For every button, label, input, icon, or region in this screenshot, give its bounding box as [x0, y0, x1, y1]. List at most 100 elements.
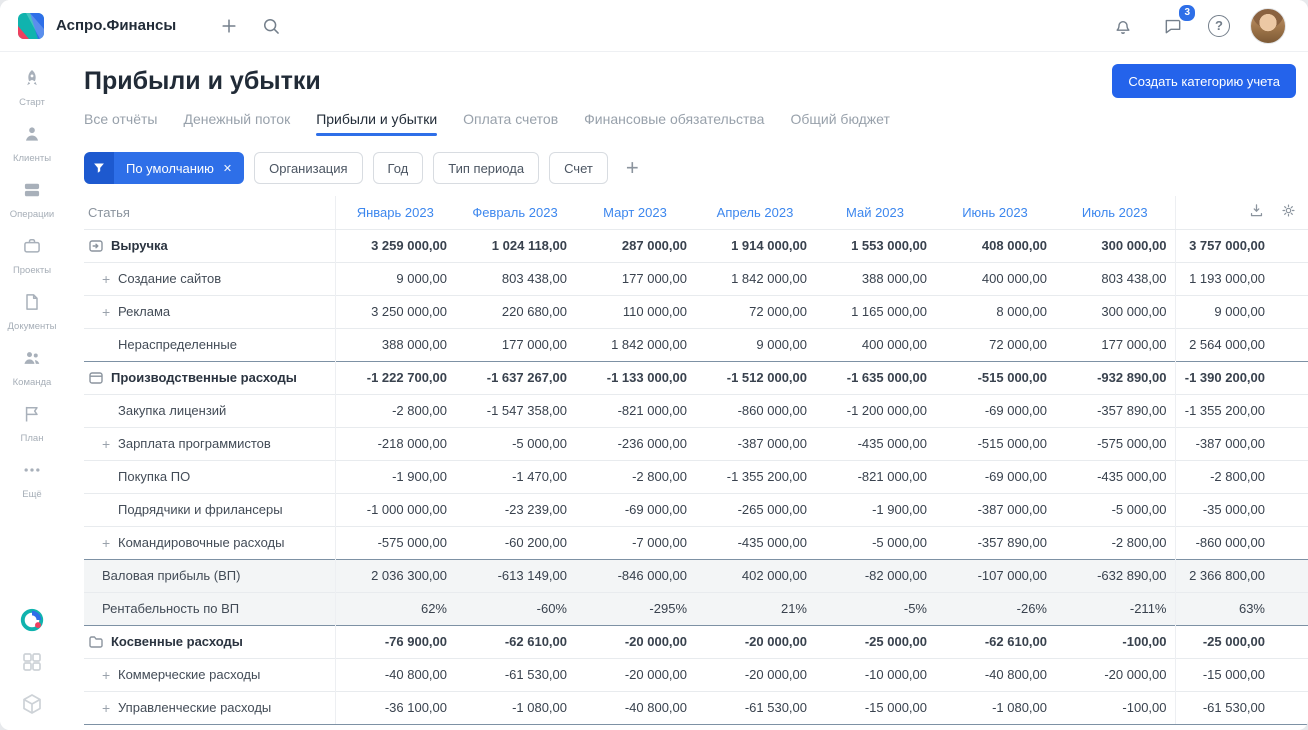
- cell-value: -265 000,00: [695, 492, 815, 526]
- expand-plus-icon[interactable]: +: [102, 305, 118, 319]
- cell-value: -435 000,00: [1055, 459, 1175, 493]
- gear-icon[interactable]: [1280, 202, 1297, 222]
- cell-value: 110 000,00: [575, 294, 695, 328]
- table-row: Нераспределенные 388 000,00 177 000,00 1 84…: [84, 327, 1308, 361]
- row-label[interactable]: Валовая прибыль (ВП): [84, 558, 336, 592]
- row-label[interactable]: Рентабельность по ВП: [84, 591, 336, 625]
- main-content: Прибыли и убытки Создать категорию учета…: [64, 52, 1308, 730]
- sidebar-item-documents[interactable]: Документы: [0, 284, 64, 340]
- cell-value: -15 000,00: [815, 690, 935, 725]
- table-row: + Реклама 3 250 000,00 220 680,00 110 000,00…: [84, 294, 1308, 328]
- search-button[interactable]: [256, 11, 286, 41]
- cell-value: 803 438,00: [455, 261, 575, 295]
- cell-value: -860 000,00: [1174, 525, 1308, 559]
- cell-value: -23 239,00: [455, 492, 575, 526]
- cell-value: -100,00: [1055, 624, 1175, 658]
- sidebar-item-clients[interactable]: Клиенты: [0, 116, 64, 172]
- aspro-logo-small[interactable]: [20, 608, 44, 632]
- row-label[interactable]: + Коммерческие расходы: [84, 657, 336, 691]
- help-button[interactable]: ?: [1208, 14, 1230, 37]
- cell-value: -25 000,00: [815, 624, 935, 658]
- article-label: Командировочные расходы: [118, 535, 285, 550]
- sidebar-item-team[interactable]: Команда: [0, 340, 64, 396]
- tab-liabilities[interactable]: Финансовые обязательства: [584, 111, 764, 136]
- notifications-button[interactable]: [1108, 11, 1138, 41]
- row-label[interactable]: Нераспределенные: [84, 327, 336, 361]
- sidebar-item-label: Команда: [12, 377, 52, 388]
- row-label[interactable]: Подрядчики и фрилансеры: [84, 492, 336, 526]
- cell-value: 9 000,00: [695, 327, 815, 361]
- cell-value: 408 000,00: [935, 228, 1055, 262]
- operations-icon: [22, 180, 42, 205]
- cell-value: 63%: [1174, 591, 1308, 625]
- cell-value: -2 800,00: [335, 393, 455, 427]
- table-row: Косвенные расходы -76 900,00 -62 610,00 -20…: [84, 624, 1308, 658]
- cell-value: -60%: [455, 591, 575, 625]
- tab-invoices[interactable]: Оплата счетов: [463, 111, 558, 136]
- article-label: Нераспределенные: [118, 337, 237, 352]
- download-icon[interactable]: [1248, 202, 1265, 222]
- filter-chip-default[interactable]: По умолчанию ✕: [84, 152, 245, 184]
- cell-value: 400 000,00: [935, 261, 1055, 295]
- sidebar-item-plan[interactable]: План: [0, 396, 64, 452]
- row-label[interactable]: Выручка: [84, 228, 336, 262]
- cell-value: -1 900,00: [335, 459, 455, 493]
- row-label[interactable]: + Реклама: [84, 294, 336, 328]
- aspro-logo: [18, 12, 44, 39]
- cell-value: 402 000,00: [695, 558, 815, 592]
- tab-cash-flow[interactable]: Денежный поток: [183, 111, 290, 136]
- cell-value: -515 000,00: [935, 426, 1055, 460]
- expand-plus-icon[interactable]: +: [102, 272, 118, 286]
- create-plus-button[interactable]: [214, 11, 244, 41]
- filter-chip-account[interactable]: Счет: [549, 152, 608, 184]
- column-header-month: Февраль 2023: [455, 196, 575, 230]
- row-label[interactable]: Закупка лицензий: [84, 393, 336, 427]
- cell-value: -387 000,00: [1174, 426, 1308, 460]
- tab-budget[interactable]: Общий бюджет: [790, 111, 889, 136]
- sidebar-item-start[interactable]: Старт: [0, 60, 64, 116]
- row-label[interactable]: + Создание сайтов: [84, 261, 336, 295]
- cell-value: -15 000,00: [1174, 657, 1308, 691]
- row-label[interactable]: + Командировочные расходы: [84, 525, 336, 559]
- cell-value: -613 149,00: [455, 558, 575, 592]
- tab-all-reports[interactable]: Все отчёты: [84, 111, 157, 136]
- expand-plus-icon[interactable]: +: [102, 437, 118, 451]
- filter-chip-organization[interactable]: Организация: [254, 152, 363, 184]
- create-category-button[interactable]: Создать категорию учета: [1112, 64, 1296, 98]
- question-icon: ?: [1215, 18, 1223, 33]
- sidebar-item-more[interactable]: Ещё: [0, 452, 64, 508]
- tab-profit-loss[interactable]: Прибыли и убытки: [316, 111, 437, 136]
- puzzle-icon[interactable]: [20, 650, 44, 674]
- row-label[interactable]: Косвенные расходы: [84, 624, 336, 658]
- cell-value: -69 000,00: [575, 492, 695, 526]
- add-filter-button[interactable]: +: [622, 157, 643, 179]
- filter-close-icon[interactable]: ✕: [223, 162, 232, 175]
- cell-value: -211%: [1055, 591, 1175, 625]
- cell-value: -5%: [815, 591, 935, 625]
- row-label[interactable]: + Управленческие расходы: [84, 690, 336, 725]
- row-label[interactable]: Покупка ПО: [84, 459, 336, 493]
- topbar: Аспро.Финансы 3 ?: [0, 0, 1308, 52]
- app-window: Аспро.Финансы 3 ? Старт Клиенты Операции…: [0, 0, 1308, 730]
- cell-value: -20 000,00: [695, 624, 815, 658]
- table-row: + Управленческие расходы -36 100,00 -1 080,…: [84, 690, 1308, 725]
- cell-value: -1 222 700,00: [335, 360, 455, 394]
- filter-chip-period-type[interactable]: Тип периода: [433, 152, 540, 184]
- row-label[interactable]: + Зарплата программистов: [84, 426, 336, 460]
- expand-plus-icon[interactable]: +: [102, 668, 118, 682]
- sidebar-item-projects[interactable]: Проекты: [0, 228, 64, 284]
- cube-icon[interactable]: [20, 692, 44, 716]
- column-header-month: Май 2023: [815, 196, 935, 230]
- filter-chip-year[interactable]: Год: [372, 152, 424, 184]
- cell-value: -821 000,00: [815, 459, 935, 493]
- sidebar-item-operations[interactable]: Операции: [0, 172, 64, 228]
- cell-value: 1 842 000,00: [575, 327, 695, 361]
- app-title: Аспро.Финансы: [56, 17, 177, 34]
- cell-value: -20 000,00: [575, 624, 695, 658]
- cell-value: -7 000,00: [575, 525, 695, 559]
- user-avatar[interactable]: [1250, 7, 1286, 44]
- expand-plus-icon[interactable]: +: [102, 536, 118, 550]
- row-label[interactable]: Производственные расходы: [84, 360, 336, 394]
- expand-plus-icon[interactable]: +: [102, 701, 118, 715]
- cell-value: -435 000,00: [695, 525, 815, 559]
